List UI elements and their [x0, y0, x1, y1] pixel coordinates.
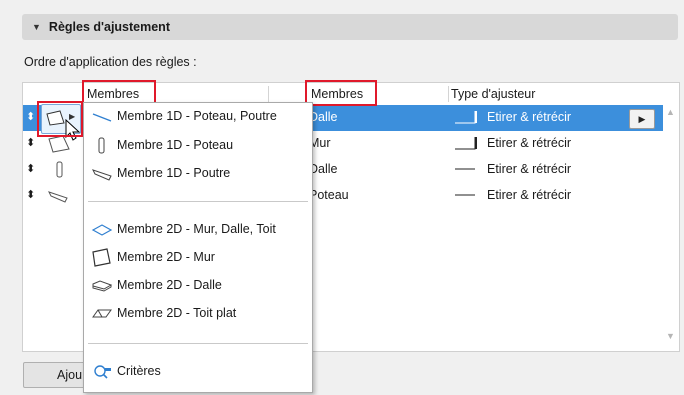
- adjuster-type-cell: Etirer & rétrécir: [487, 136, 572, 150]
- column-icon: [98, 137, 105, 154]
- column-header-members-2[interactable]: Membres: [311, 83, 363, 105]
- beam-member-icon: [48, 191, 68, 203]
- order-label: Ordre d'application des règles :: [24, 55, 197, 69]
- menu-item-2d-wall-slab-roof[interactable]: Membre 2D - Mur, Dalle, Toit: [84, 218, 312, 242]
- menu-item-1d-column-beam[interactable]: Membre 1D - Poteau, Poutre: [84, 105, 312, 129]
- stretch-shrink-icon: [455, 137, 477, 150]
- criteria-icon: [94, 365, 111, 379]
- column-header-adjuster-type[interactable]: Type d'ajusteur: [451, 83, 535, 105]
- drag-handle-icon[interactable]: ⬍: [26, 162, 35, 175]
- add-button-label: Ajou: [57, 368, 83, 382]
- member-2-cell: Poteau: [309, 188, 349, 202]
- adjuster-dropdown-button[interactable]: ▶: [629, 109, 655, 129]
- menu-item-1d-column[interactable]: Membre 1D - Poteau: [84, 134, 312, 158]
- mouse-cursor-icon: [65, 119, 81, 141]
- flat-roof-icon: [92, 309, 112, 318]
- section-title: Règles d'ajustement: [48, 20, 170, 34]
- member-type-menu: Membre 1D - Poteau, Poutre Membre 1D - P…: [83, 102, 313, 393]
- scroll-down-arrow-icon[interactable]: ▼: [666, 331, 675, 341]
- adjuster-type-cell: Etirer & rétrécir: [487, 188, 572, 202]
- drag-handle-icon[interactable]: ⬍: [26, 110, 35, 123]
- member-2-cell: Dalle: [309, 110, 338, 124]
- column-divider: [268, 86, 269, 102]
- menu-item-criteria[interactable]: Critères: [84, 360, 312, 384]
- member-2-cell: Dalle: [309, 162, 338, 176]
- beam-icon: [92, 169, 112, 181]
- menu-item-2d-wall[interactable]: Membre 2D - Mur: [84, 246, 312, 270]
- slab-icon: [92, 280, 113, 292]
- menu-item-2d-flat-roof[interactable]: Membre 2D - Toit plat: [84, 302, 312, 326]
- column-divider: [448, 86, 449, 102]
- menu-item-2d-slab[interactable]: Membre 2D - Dalle: [84, 274, 312, 298]
- adjustment-rules-panel: ▼ Règles d'ajustement Ordre d'applicatio…: [0, 0, 684, 395]
- plane-icon: [91, 224, 113, 236]
- adjuster-type-cell: Etirer & rétrécir: [487, 110, 572, 124]
- stretch-shrink-icon: [455, 111, 477, 124]
- adjuster-type-cell: Etirer & rétrécir: [487, 162, 572, 176]
- drag-handle-icon[interactable]: ⬍: [26, 188, 35, 201]
- column-member-icon: [56, 161, 63, 178]
- scroll-up-arrow-icon[interactable]: ▲: [666, 107, 675, 117]
- adjust-line-icon: [455, 168, 475, 170]
- wall-icon: [92, 248, 111, 267]
- adjust-line-icon: [455, 194, 475, 196]
- menu-separator: [88, 201, 308, 202]
- menu-item-1d-beam[interactable]: Membre 1D - Poutre: [84, 162, 312, 186]
- collapse-arrow-icon[interactable]: ▼: [32, 22, 41, 32]
- line-icon: [92, 113, 112, 122]
- column-divider: [83, 86, 84, 102]
- section-header[interactable]: ▼ Règles d'ajustement: [22, 14, 678, 40]
- menu-separator: [88, 343, 308, 344]
- drag-handle-icon[interactable]: ⬍: [26, 136, 35, 149]
